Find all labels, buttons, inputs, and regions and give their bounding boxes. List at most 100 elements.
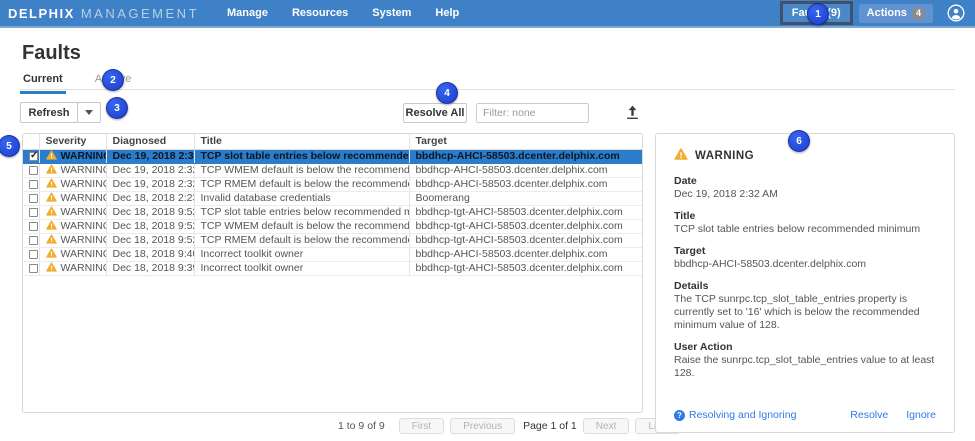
annotation-badge-1: 1: [807, 3, 829, 25]
actions-count-badge: 4: [912, 7, 925, 20]
tabs: Current Archive: [20, 73, 160, 94]
export-icon[interactable]: [624, 104, 641, 121]
header-checkbox-cell: [23, 134, 39, 149]
filter-input[interactable]: [476, 103, 589, 123]
annotation-badge-3: 3: [106, 97, 128, 119]
delphix-logo: DELPHIX MANAGEMENT: [8, 6, 199, 21]
table-row[interactable]: WARNING Dec 18, 2018 9:52 AM TCP slot ta…: [23, 205, 643, 219]
detail-target-label: Target: [674, 245, 936, 258]
annotation-badge-6: 6: [788, 130, 810, 152]
severity-text: WARNING: [61, 220, 107, 232]
severity-text: WARNING: [61, 192, 107, 204]
title-cell: TCP RMEM default is below the recommende…: [194, 233, 409, 247]
row-checkbox[interactable]: [29, 264, 38, 273]
pagination: 1 to 9 of 9 First Previous Page 1 of 1 N…: [338, 418, 686, 434]
warning-icon: [46, 164, 57, 177]
target-cell: bbdhcp-AHCI-58503.dcenter.delphix.com: [409, 163, 643, 177]
table-row[interactable]: WARNING Dec 18, 2018 9:40 AM Incorrect t…: [23, 247, 643, 261]
diagnosed-cell: Dec 18, 2018 9:52 AM: [106, 233, 194, 247]
table-row[interactable]: WARNING Dec 18, 2018 9:52 AM TCP RMEM de…: [23, 233, 643, 247]
detail-target-value: bbdhcp-AHCI-58503.dcenter.delphix.com: [674, 258, 936, 271]
title-cell: TCP slot table entries below recommended…: [194, 149, 409, 163]
row-checkbox[interactable]: [29, 194, 38, 203]
target-cell: bbdhcp-tgt-AHCI-58503.dcenter.delphix.co…: [409, 219, 643, 233]
header-severity[interactable]: Severity: [39, 134, 106, 149]
target-cell: Boomerang: [409, 191, 643, 205]
detail-date-value: Dec 19, 2018 2:32 AM: [674, 188, 936, 201]
detail-title-value: TCP slot table entries below recommended…: [674, 223, 936, 236]
row-checkbox[interactable]: [29, 236, 38, 245]
header-target[interactable]: Target: [409, 134, 643, 149]
detail-date-label: Date: [674, 175, 936, 188]
table-row[interactable]: WARNING Dec 19, 2018 2:32 AM TCP WMEM de…: [23, 163, 643, 177]
top-menu: Manage Resources System Help: [215, 7, 471, 19]
ignore-link[interactable]: Ignore: [906, 409, 936, 421]
row-checkbox[interactable]: [29, 250, 38, 259]
table-row[interactable]: WARNING Dec 19, 2018 2:32 AM TCP slot ta…: [23, 149, 643, 163]
severity-text: WARNING: [61, 262, 107, 274]
menu-manage[interactable]: Manage: [215, 7, 280, 19]
table-row[interactable]: WARNING Dec 18, 2018 9:39 AM Incorrect t…: [23, 261, 643, 275]
diagnosed-cell: Dec 18, 2018 9:52 AM: [106, 205, 194, 219]
row-checkbox[interactable]: [29, 152, 38, 161]
resolve-link[interactable]: Resolve: [850, 409, 888, 421]
pagination-page-label: Page 1 of 1: [523, 420, 577, 432]
severity-text: WARNING: [61, 150, 107, 162]
pagination-previous-button[interactable]: Previous: [450, 418, 515, 434]
target-cell: bbdhcp-AHCI-58503.dcenter.delphix.com: [409, 247, 643, 261]
title-cell: TCP RMEM default is below the recommende…: [194, 177, 409, 191]
pagination-next-button[interactable]: Next: [583, 418, 630, 434]
pagination-first-button[interactable]: First: [399, 418, 444, 434]
row-checkbox[interactable]: [29, 180, 38, 189]
menu-help[interactable]: Help: [423, 7, 471, 19]
warning-icon: [46, 220, 57, 233]
help-link-text: Resolving and Ignoring: [689, 409, 796, 421]
warning-icon: [674, 147, 688, 165]
user-profile-icon[interactable]: [947, 4, 965, 22]
menu-system[interactable]: System: [360, 7, 423, 19]
diagnosed-cell: Dec 19, 2018 2:32 AM: [106, 177, 194, 191]
row-checkbox[interactable]: [29, 166, 38, 175]
severity-text: WARNING: [61, 164, 107, 176]
warning-icon: [46, 150, 57, 163]
fault-detail-panel: WARNING Date Dec 19, 2018 2:32 AM Title …: [655, 133, 955, 433]
diagnosed-cell: Dec 18, 2018 9:39 AM: [106, 261, 194, 275]
warning-icon: [46, 248, 57, 261]
tab-current[interactable]: Current: [20, 73, 66, 94]
faults-page: DELPHIX MANAGEMENT Manage Resources Syst…: [0, 0, 975, 441]
detail-title-label: Title: [674, 210, 936, 223]
target-cell: bbdhcp-tgt-AHCI-58503.dcenter.delphix.co…: [409, 261, 643, 275]
annotation-badge-5: 5: [0, 135, 20, 157]
row-checkbox[interactable]: [29, 222, 38, 231]
detail-details-label: Details: [674, 280, 936, 293]
table-row[interactable]: WARNING Dec 19, 2018 2:32 AM TCP RMEM de…: [23, 177, 643, 191]
table-row[interactable]: WARNING Dec 18, 2018 2:23 PM Invalid dat…: [23, 191, 643, 205]
resolve-all-button[interactable]: Resolve All: [403, 103, 467, 123]
detail-user-action-value: Raise the sunrpc.tcp_slot_table_entries …: [674, 354, 936, 380]
title-cell: TCP WMEM default is below the recommende…: [194, 163, 409, 177]
warning-icon: [46, 234, 57, 247]
refresh-button[interactable]: Refresh: [20, 102, 78, 123]
severity-text: WARNING: [61, 178, 107, 190]
actions-button[interactable]: Actions 4: [859, 4, 933, 23]
menu-resources[interactable]: Resources: [280, 7, 360, 19]
resolving-ignoring-help-link[interactable]: ? Resolving and Ignoring: [674, 409, 796, 421]
title-cell: Invalid database credentials: [194, 191, 409, 205]
faults-table: Severity Diagnosed Title Target WARNING …: [22, 133, 643, 413]
brand-secondary: MANAGEMENT: [81, 6, 199, 21]
warning-icon: [46, 262, 57, 275]
table-row[interactable]: WARNING Dec 18, 2018 9:52 AM TCP WMEM de…: [23, 219, 643, 233]
annotation-badge-4: 4: [436, 82, 458, 104]
table-header-row: Severity Diagnosed Title Target: [23, 134, 643, 149]
row-checkbox[interactable]: [29, 208, 38, 217]
chevron-down-icon: [85, 110, 93, 115]
header-title[interactable]: Title: [194, 134, 409, 149]
refresh-dropdown-button[interactable]: [77, 102, 101, 123]
header-diagnosed[interactable]: Diagnosed: [106, 134, 194, 149]
detail-footer: ? Resolving and Ignoring Resolve Ignore: [674, 409, 936, 421]
warning-icon: [46, 192, 57, 205]
brand-primary: DELPHIX: [8, 6, 75, 21]
target-cell: bbdhcp-tgt-AHCI-58503.dcenter.delphix.co…: [409, 205, 643, 219]
severity-text: WARNING: [61, 234, 107, 246]
title-cell: Incorrect toolkit owner: [194, 247, 409, 261]
